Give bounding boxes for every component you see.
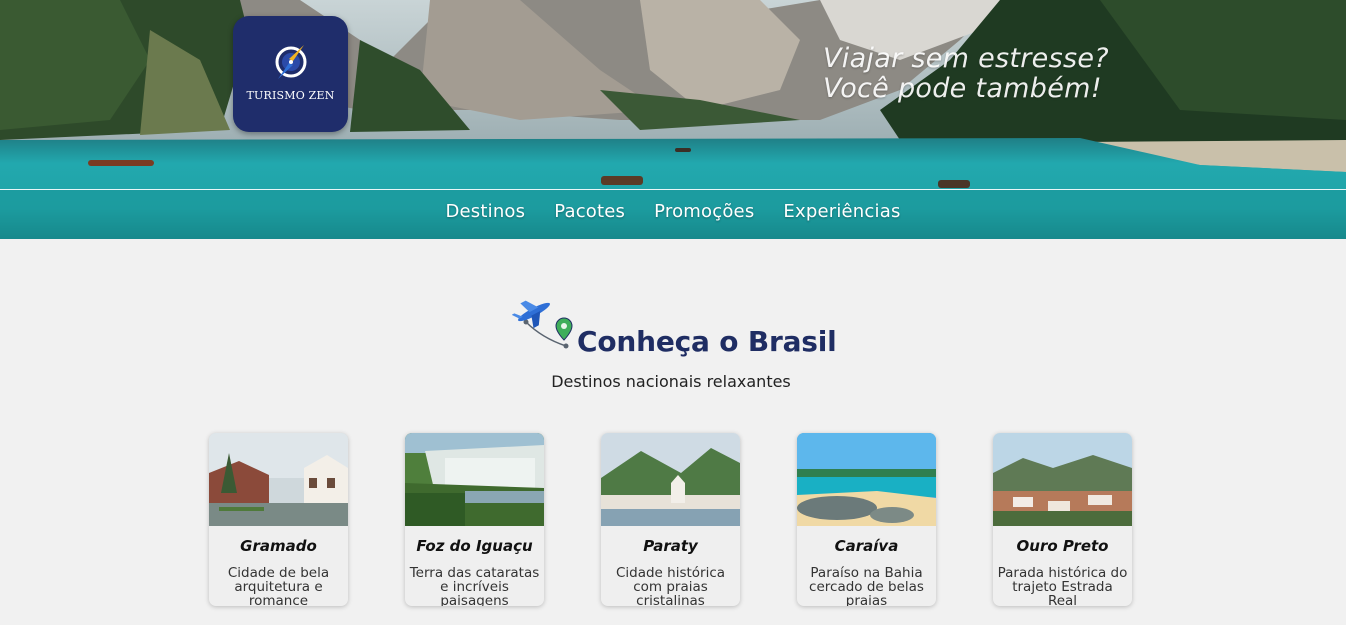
destination-card-foz-do-iguacu[interactable]: Foz do Iguaçu Terra das cataratas e incr… <box>405 433 544 606</box>
destination-card-caraiva[interactable]: Caraíva Paraíso na Bahia cercado de bela… <box>797 433 936 606</box>
plane-route-icon <box>512 300 573 349</box>
destination-name: Caraíva <box>834 537 899 555</box>
nav-item-destinos[interactable]: Destinos <box>445 201 525 222</box>
compass-icon <box>275 45 307 79</box>
foz-do-iguacu-photo <box>405 433 544 526</box>
nav-item-pacotes[interactable]: Pacotes <box>554 201 625 222</box>
tagline-line-2: Você pode também! <box>823 73 1102 104</box>
destination-name: Ouro Preto <box>1016 537 1109 555</box>
brand-name: TURISMO ZEN <box>246 89 335 102</box>
caraiva-photo <box>797 433 936 526</box>
section-subtitle: Destinos nacionais relaxantes <box>551 372 791 391</box>
gramado-photo <box>209 433 348 526</box>
hero-banner: TURISMO ZEN Viajar sem estresse? Você po… <box>0 0 1346 239</box>
destination-cards: Gramado Cidade de bela arquitetura e rom… <box>209 433 1132 606</box>
destination-description: Paraíso na Bahia cercado de belas praias <box>809 565 924 606</box>
destination-card-paraty[interactable]: Paraty Cidade histórica com praias crist… <box>601 433 740 606</box>
nav-divider <box>0 189 1346 190</box>
nav-item-promocoes[interactable]: Promoções <box>654 201 754 222</box>
destination-card-ouro-preto[interactable]: Ouro Preto Parada histórica do trajeto E… <box>993 433 1132 606</box>
destination-card-gramado[interactable]: Gramado Cidade de bela arquitetura e rom… <box>209 433 348 606</box>
destination-description: Parada histórica do trajeto Estrada Real <box>997 565 1128 606</box>
destination-description: Terra das cataratas e incríveis paisagen… <box>409 565 540 606</box>
tagline-line-1: Viajar sem estresse? <box>823 43 1109 74</box>
paraty-photo <box>601 433 740 526</box>
hero-tagline: Viajar sem estresse? Você pode também! <box>823 44 1109 104</box>
section-title: Conheça o Brasil <box>577 325 837 358</box>
destination-description: Cidade de bela arquitetura e romance <box>227 565 330 606</box>
destination-name: Foz do Iguaçu <box>416 537 533 555</box>
destination-name: Gramado <box>240 537 317 555</box>
brand-logo[interactable]: TURISMO ZEN <box>233 16 348 132</box>
destination-description: Cidade histórica com praias cristalinas <box>615 565 726 606</box>
ouro-preto-photo <box>993 433 1132 526</box>
nav-item-experiencias[interactable]: Experiências <box>783 201 900 222</box>
main-nav: Destinos Pacotes Promoções Experiências <box>0 201 1346 222</box>
destination-name: Paraty <box>643 537 698 555</box>
